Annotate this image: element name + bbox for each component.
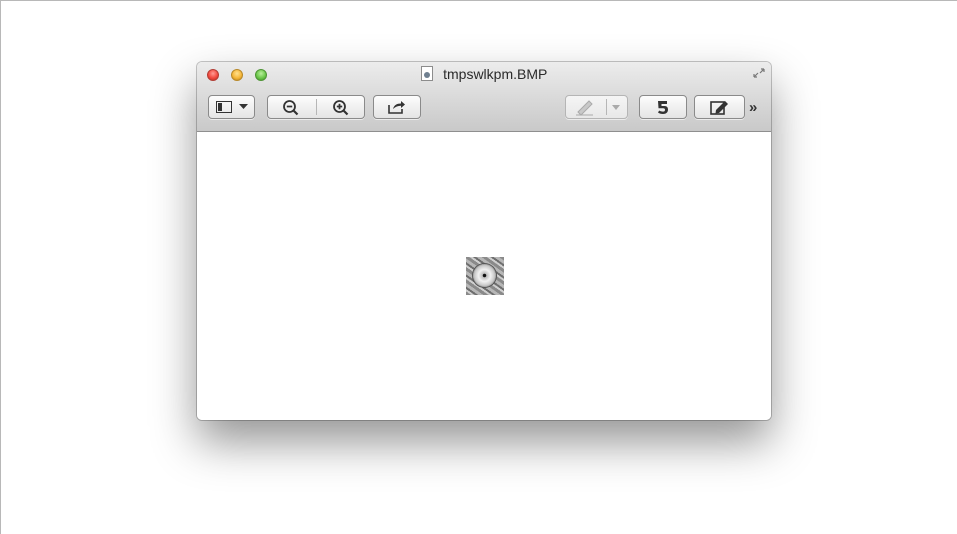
chevron-down-icon xyxy=(239,104,248,110)
rotate-button[interactable] xyxy=(639,95,687,119)
window-title: tmpswlkpm.BMP xyxy=(443,65,548,82)
share-icon xyxy=(388,99,406,115)
toolbar-overflow-button[interactable]: » xyxy=(749,100,757,116)
segment-divider xyxy=(316,99,317,115)
document-icon xyxy=(420,66,433,82)
zoom-segmented-control xyxy=(267,95,365,119)
window-titlebar: tmpswlkpm.BMP » xyxy=(197,62,771,132)
image-view-area xyxy=(197,132,771,420)
rotate-icon xyxy=(655,99,671,116)
segment-divider xyxy=(606,99,607,115)
sidebar-view-button[interactable] xyxy=(208,95,255,119)
zoom-in-icon[interactable] xyxy=(332,99,350,117)
disc-image xyxy=(473,264,496,287)
image-thumbnail xyxy=(466,257,504,295)
fullscreen-icon[interactable] xyxy=(752,67,766,79)
zoom-out-icon[interactable] xyxy=(282,99,300,117)
edit-toolbar-icon xyxy=(710,99,730,116)
pen-icon xyxy=(575,99,595,116)
chevron-down-icon xyxy=(612,105,620,110)
edit-toolbar-button[interactable] xyxy=(694,95,745,119)
share-button[interactable] xyxy=(373,95,421,119)
sidebar-icon xyxy=(216,101,232,113)
markup-pen-button[interactable] xyxy=(565,95,628,119)
preview-window: tmpswlkpm.BMP » xyxy=(197,62,771,420)
window-title-area: tmpswlkpm.BMP xyxy=(197,65,771,83)
